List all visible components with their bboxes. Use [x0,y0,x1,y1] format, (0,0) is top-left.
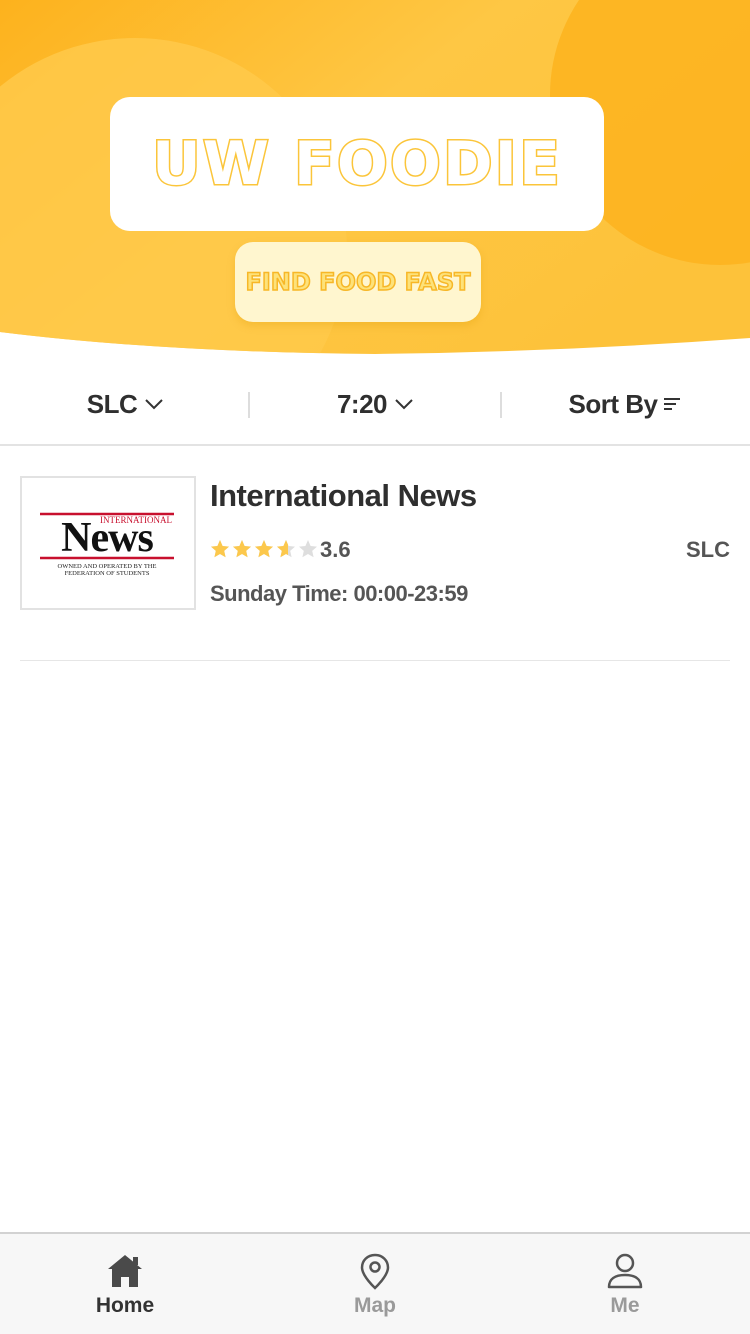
chevron-down-icon [145,399,163,410]
app-tagline: FIND FOOD FAST [245,267,472,297]
tab-map-label: Map [354,1294,396,1317]
tab-map[interactable]: Map [250,1234,500,1334]
restaurant-name: International News [210,478,477,513]
star-icon [233,540,251,558]
tab-me[interactable]: Me [500,1234,750,1334]
home-icon [108,1255,142,1287]
bottom-tab-bar: Home Map Me [0,1232,750,1334]
restaurant-logo: INTERNATIONAL News OWNED AND OPERATED BY… [20,476,196,610]
sort-lines-icon [664,398,681,410]
filter-bar: SLC 7:20 Sort By [0,364,750,446]
logo-sub-line-1: OWNED AND OPERATED BY THE [58,563,157,570]
star-icon [211,540,229,558]
sort-by-button[interactable]: Sort By [500,364,750,444]
chevron-down-icon [395,399,413,410]
restaurant-area: SLC [686,537,730,562]
map-pin-icon [360,1253,390,1290]
tab-home[interactable]: Home [0,1234,250,1334]
restaurant-card[interactable]: INTERNATIONAL News OWNED AND OPERATED BY… [20,446,730,661]
header-banner: UW FOODIE FIND FOOD FAST [0,0,750,360]
rating-value: 3.6 [320,537,351,562]
tab-me-label: Me [610,1294,640,1317]
star-icon [299,540,317,558]
app-title-card: UW FOODIE [110,97,604,231]
tagline-pill: FIND FOOD FAST [235,242,481,322]
logo-main-text: News [61,515,153,561]
restaurant-hours: Sunday Time: 00:00-23:59 [210,581,468,606]
star-icon [277,540,295,558]
logo-sub-line-2: FEDERATION OF STUDENTS [65,570,150,577]
news-logo-image: INTERNATIONAL News OWNED AND OPERATED BY… [40,512,174,577]
user-icon [607,1253,643,1289]
location-filter[interactable]: SLC [0,364,250,444]
app-title: UW FOODIE [151,128,562,201]
tab-home-label: Home [95,1294,155,1317]
rating-stars [210,539,320,559]
time-filter-label: 7:20 [336,388,388,419]
time-filter[interactable]: 7:20 [250,364,500,444]
location-filter-label: SLC [86,388,138,419]
star-icon [255,540,273,558]
sort-by-label: Sort By [568,388,658,419]
